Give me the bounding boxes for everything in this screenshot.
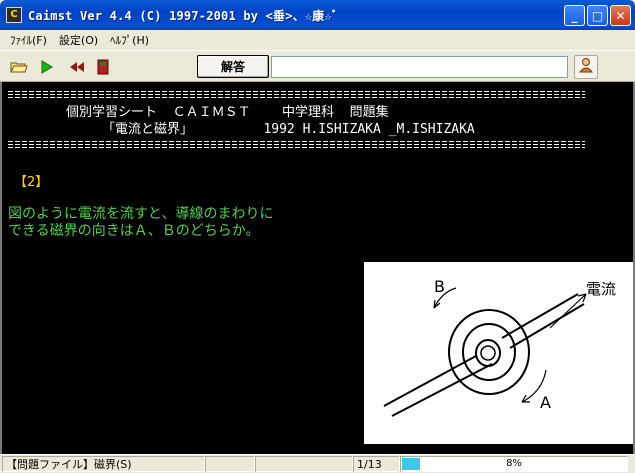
open-folder-icon[interactable] xyxy=(10,59,28,75)
play-icon[interactable] xyxy=(38,59,56,75)
menu-help[interactable]: ﾍﾙﾌﾟ(H) xyxy=(104,32,155,48)
menu-file[interactable]: ﾌｧｲﾙ(F) xyxy=(4,32,53,48)
status-cell-3 xyxy=(255,456,353,472)
window-title: Caimst Ver 4.4 (C) 1997-2001 by <垂>、☆康☆ﾞ xyxy=(28,8,339,23)
divider-top xyxy=(8,91,585,99)
header-title: 個別学習シート ＣＡＩＭＳＴ 中学理科 問題集 xyxy=(66,105,389,120)
divider-bottom xyxy=(8,141,585,149)
question-line-2: できる磁界の向きはＡ、Ｂのどちらか。 xyxy=(8,223,260,239)
caimst-app-icon[interactable]: C xyxy=(6,7,22,23)
user-icon[interactable] xyxy=(574,55,598,79)
status-bar: 【問題ファイル】磁界(S) 1/13 8% xyxy=(0,454,635,473)
question-number: 【2】 xyxy=(14,175,49,190)
question-display: 個別学習シート ＣＡＩＭＳＴ 中学理科 問題集 「電流と磁界」 1992 H.I… xyxy=(0,82,635,454)
answer-input[interactable] xyxy=(271,56,568,78)
status-file: 【問題ファイル】磁界(S) xyxy=(2,456,205,472)
label-b: B xyxy=(434,277,445,296)
answer-button[interactable]: 解答 xyxy=(197,55,269,78)
rewind-icon[interactable] xyxy=(68,59,86,75)
toolbar: 解答 xyxy=(0,50,635,82)
header-subtitle: 「電流と磁界」 1992 H.ISHIZAKA _M.ISHIZAKA xyxy=(102,122,475,137)
status-cell-2 xyxy=(205,456,255,472)
progress-label: 8% xyxy=(506,458,522,469)
label-current: 電流 xyxy=(586,280,616,298)
question-line-1: 図のように電流を流すと、導線のまわりに xyxy=(8,206,274,222)
minimize-button[interactable]: _ xyxy=(564,5,585,26)
menu-settings[interactable]: 設定(O) xyxy=(53,32,104,48)
wire-field-diagram: B A 電流 xyxy=(383,277,616,417)
window-controls: _ □ ✕ xyxy=(564,5,631,26)
menu-bar: ﾌｧｲﾙ(F) 設定(O) ﾍﾙﾌﾟ(H) xyxy=(0,30,635,50)
close-button[interactable]: ✕ xyxy=(610,5,631,26)
maximize-button[interactable]: □ xyxy=(587,5,608,26)
stop-icon[interactable] xyxy=(94,59,112,75)
status-page: 1/13 xyxy=(353,456,400,472)
title-bar: C Caimst Ver 4.4 (C) 1997-2001 by <垂>、☆康… xyxy=(0,0,635,30)
magnetic-field-figure: B A 電流 xyxy=(364,262,633,444)
label-a: A xyxy=(540,393,551,412)
progress-bar: 8% xyxy=(400,456,628,472)
